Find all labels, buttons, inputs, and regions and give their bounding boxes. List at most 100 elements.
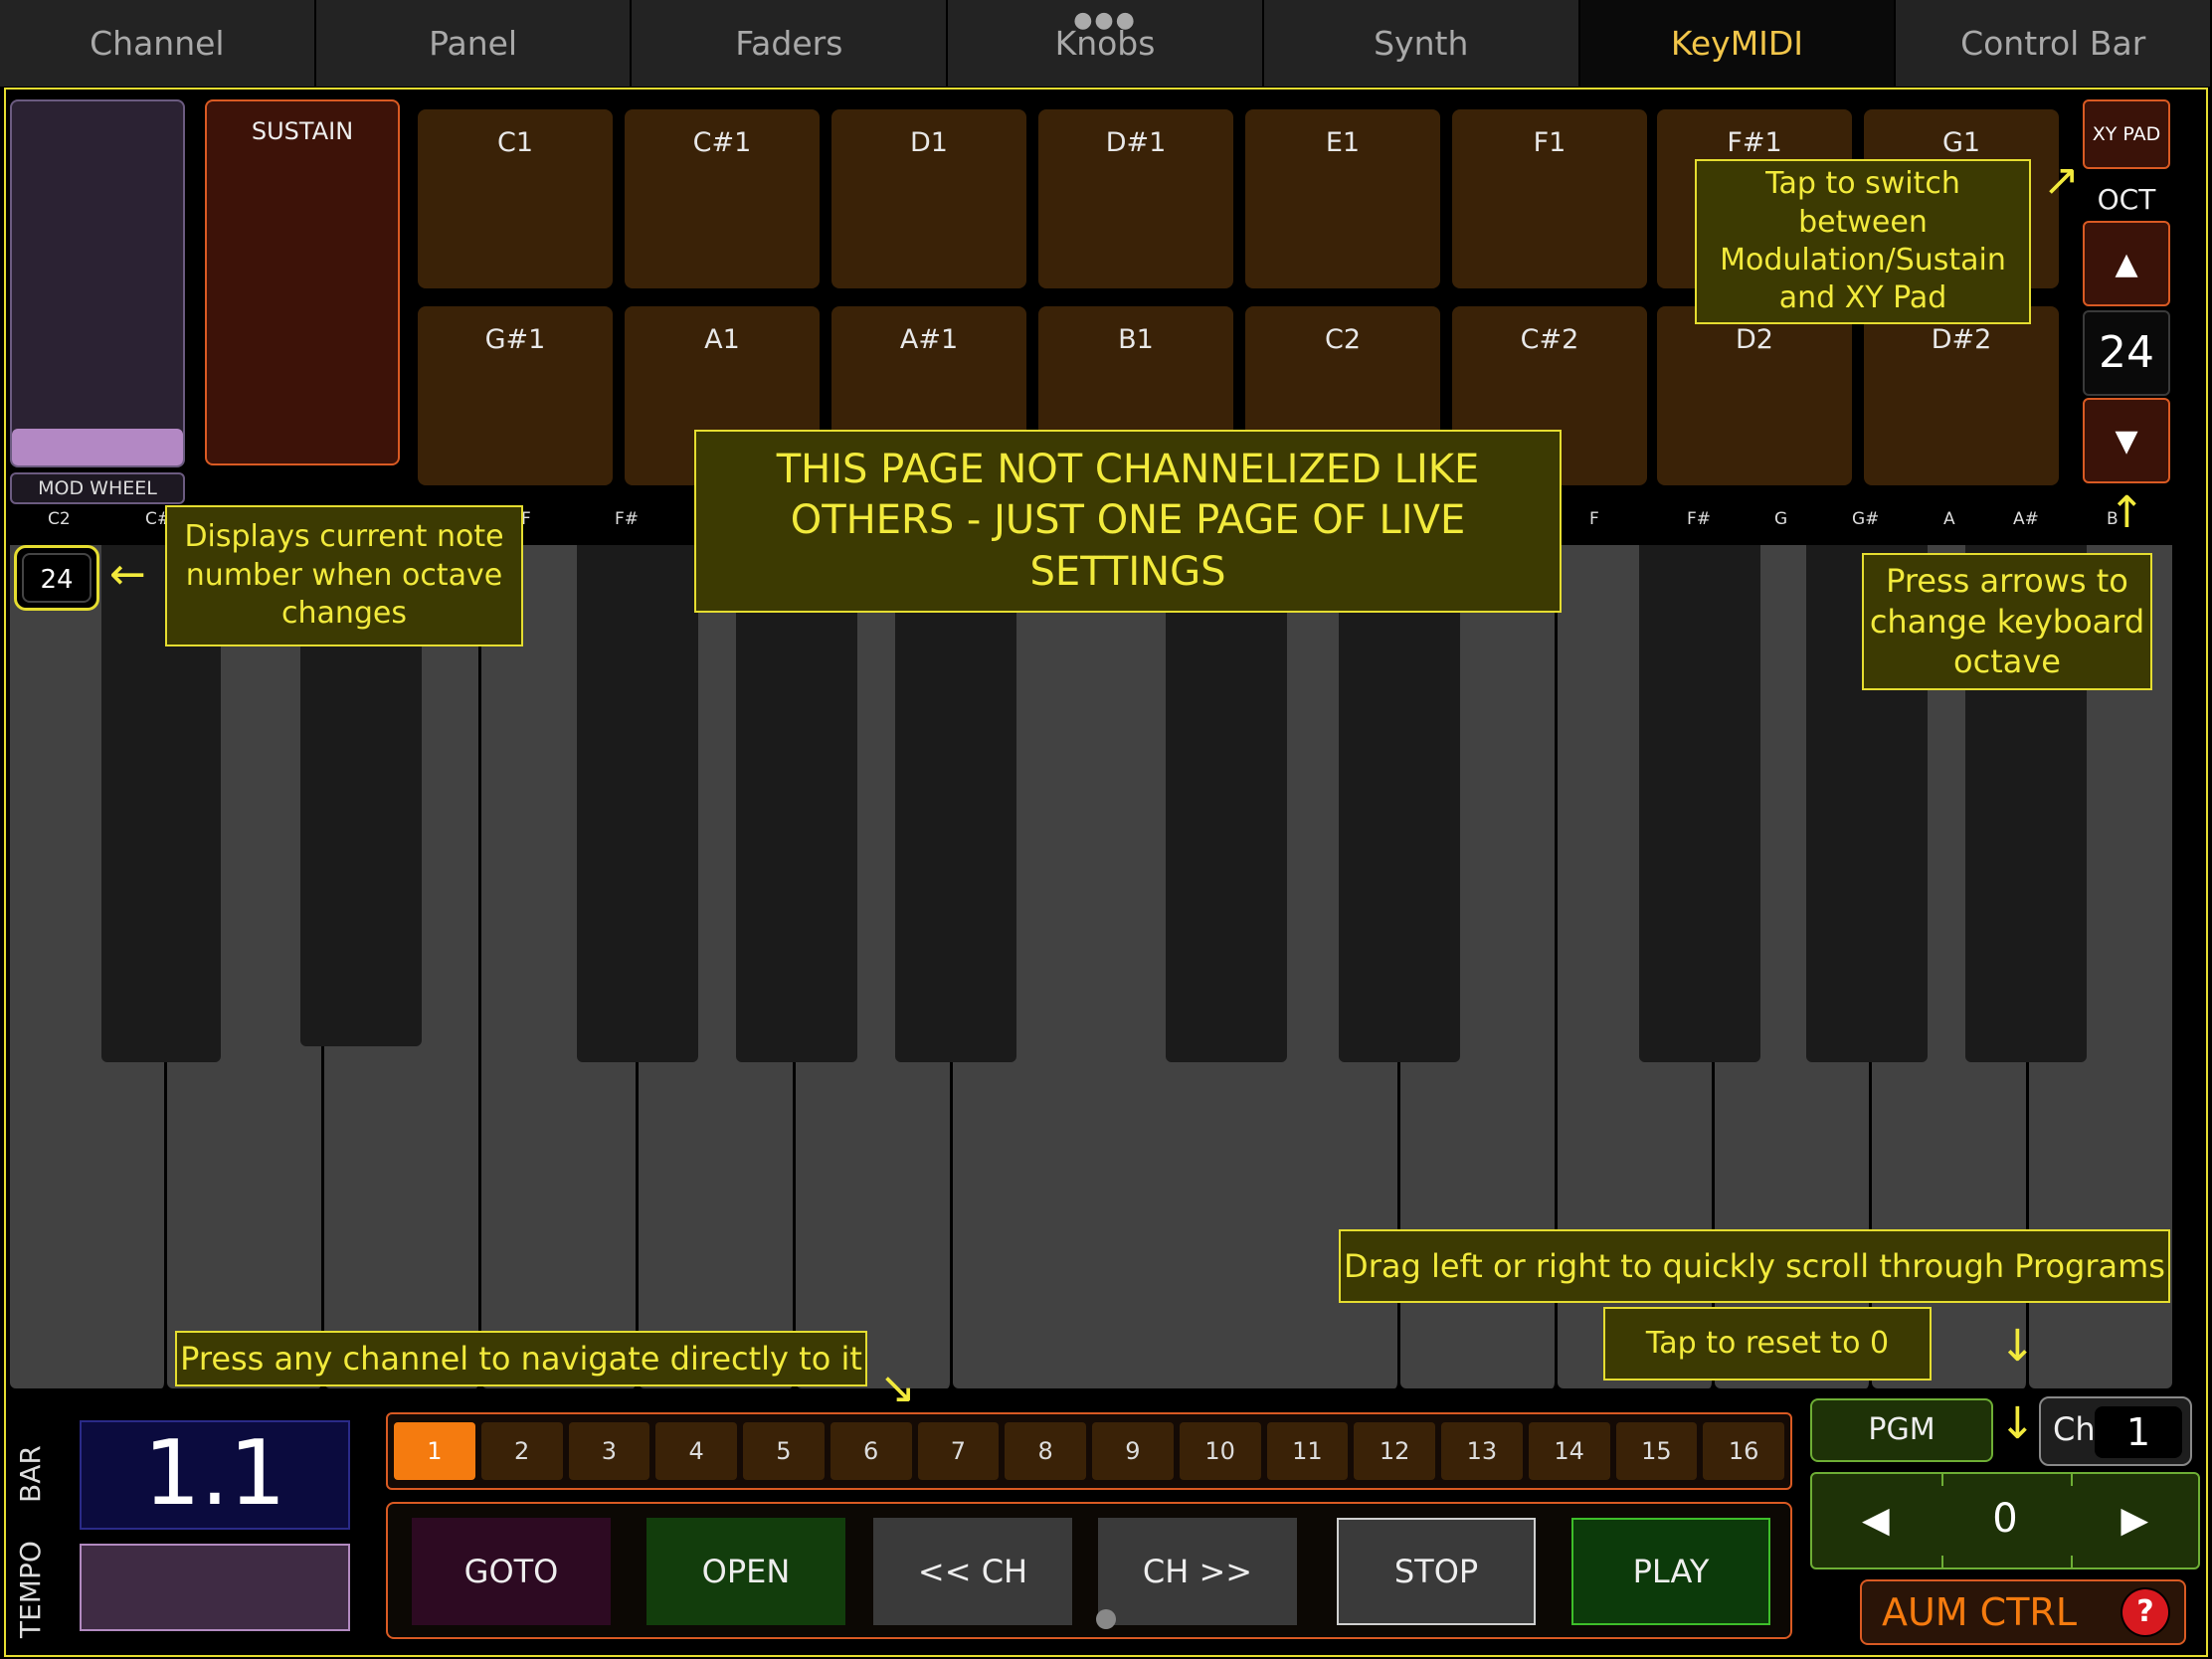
note-pad[interactable]: D2 — [1657, 306, 1852, 485]
channel-number: 15 — [1641, 1437, 1672, 1465]
channel-button-9[interactable]: 9 — [1092, 1422, 1174, 1480]
note-pad[interactable]: E1 — [1245, 109, 1440, 288]
button-label: << CH — [917, 1553, 1028, 1590]
channel-selector-row: 1 2 3 4 5 6 7 8 9 10 11 12 13 14 15 16 — [386, 1412, 1792, 1490]
right-triangle-icon[interactable]: ▶ — [2120, 1500, 2148, 1541]
black-key[interactable] — [736, 545, 857, 1062]
tab-faders[interactable]: Faders — [632, 0, 949, 87]
bar-position-display: 1.1 — [80, 1420, 350, 1530]
open-button[interactable]: OPEN — [646, 1518, 845, 1625]
black-key[interactable] — [577, 545, 698, 1062]
page-indicator-dot — [1096, 1609, 1116, 1629]
channel-button-4[interactable]: 4 — [655, 1422, 737, 1480]
channel-button-3[interactable]: 3 — [568, 1422, 650, 1480]
tab-keymidi[interactable]: KeyMIDI — [1579, 0, 1897, 87]
octave-up-button[interactable]: ▲ — [2083, 221, 2170, 306]
note-pad[interactable]: D#2 — [1864, 306, 2059, 485]
channel-button-13[interactable]: 13 — [1441, 1422, 1523, 1480]
program-stepper[interactable]: ◀ 0 ▶ — [1810, 1472, 2200, 1569]
note-pad-label: G1 — [1941, 127, 1981, 158]
black-key[interactable] — [1639, 545, 1760, 1062]
play-button[interactable]: PLAY — [1571, 1518, 1770, 1625]
ch-value: 1 — [2095, 1406, 2182, 1458]
program-change-button[interactable]: PGM — [1810, 1398, 1993, 1462]
note-pad-label: E1 — [1325, 127, 1361, 158]
note-pad-label: F#1 — [1727, 127, 1782, 158]
octave-down-button[interactable]: ▼ — [2083, 398, 2170, 483]
channel-button-10[interactable]: 10 — [1179, 1422, 1261, 1480]
black-key[interactable] — [895, 545, 1016, 1062]
black-key[interactable] — [1166, 545, 1287, 1062]
octave-label: OCT — [2097, 183, 2156, 216]
note-pad-label: A1 — [704, 324, 740, 355]
key-label: A — [1943, 509, 1955, 529]
channel-button-16[interactable]: 16 — [1703, 1422, 1784, 1480]
tab-synth[interactable]: Synth — [1264, 0, 1580, 87]
tab-control-bar[interactable]: Control Bar — [1896, 0, 2212, 87]
channel-number: 12 — [1379, 1437, 1410, 1465]
note-pad[interactable]: D1 — [831, 109, 1026, 288]
channel-button-12[interactable]: 12 — [1354, 1422, 1435, 1480]
button-label: STOP — [1393, 1553, 1479, 1590]
tab-label: Channel — [90, 24, 225, 63]
channel-button-8[interactable]: 8 — [1005, 1422, 1086, 1480]
note-pad[interactable]: G#1 — [418, 306, 613, 485]
channel-number: 6 — [862, 1437, 879, 1465]
note-pad-label: D#1 — [1105, 127, 1167, 158]
note-pad-label: D1 — [910, 127, 948, 158]
mod-wheel-label: MOD WHEEL — [10, 472, 185, 504]
channel-button-15[interactable]: 15 — [1615, 1422, 1698, 1480]
mod-wheel-slider[interactable] — [10, 99, 185, 467]
note-pad-label: C#2 — [1520, 324, 1579, 355]
transport-bar: GOTO OPEN << CH CH >> STOP PLAY — [386, 1502, 1792, 1639]
callout-channel-nav: Press any channel to navigate directly t… — [175, 1331, 867, 1386]
down-triangle-icon: ▼ — [2115, 423, 2138, 459]
tab-panel[interactable]: Panel — [316, 0, 633, 87]
channel-button-5[interactable]: 5 — [743, 1422, 825, 1480]
sustain-pad[interactable]: SUSTAIN — [205, 99, 400, 465]
key-label: C2 — [48, 509, 71, 529]
note-pad[interactable]: C1 — [418, 109, 613, 288]
note-pad[interactable]: F1 — [1452, 109, 1647, 288]
button-label: GOTO — [463, 1553, 559, 1590]
tab-channel[interactable]: Channel — [0, 0, 316, 87]
next-channel-button[interactable]: CH >> — [1098, 1518, 1297, 1625]
mod-wheel-level — [12, 429, 183, 465]
help-icon[interactable]: ? — [2122, 1589, 2168, 1635]
tab-label: Synth — [1374, 24, 1469, 63]
key-label: G# — [1852, 509, 1880, 529]
note-pad-label: C#1 — [692, 127, 752, 158]
note-pad[interactable]: C#1 — [625, 109, 820, 288]
note-pad-label: C1 — [496, 127, 534, 158]
key-label: F# — [1687, 509, 1712, 529]
channel-button-1[interactable]: 1 — [394, 1422, 475, 1480]
note-number-display: 24 — [14, 545, 99, 611]
note-pad[interactable]: D#1 — [1038, 109, 1233, 288]
midi-channel-selector[interactable]: Ch 1 — [2039, 1396, 2192, 1466]
bar-label: BAR — [14, 1445, 47, 1503]
channel-button-6[interactable]: 6 — [830, 1422, 912, 1480]
arrow-up-icon: ↑ — [2109, 487, 2145, 538]
note-pad-label: D2 — [1736, 324, 1773, 355]
callout-xy-switch: Tap to switch between Modulation/Sustain… — [1695, 159, 2031, 324]
tab-knobs[interactable]: ●●● Knobs — [948, 0, 1264, 87]
stepper-tick — [1941, 1556, 1943, 1567]
black-key[interactable] — [1339, 545, 1460, 1062]
note-pad-label: D#2 — [1931, 324, 1992, 355]
channel-button-7[interactable]: 7 — [917, 1422, 1000, 1480]
prev-channel-button[interactable]: << CH — [873, 1518, 1072, 1625]
xy-pad-toggle-button[interactable]: XY PAD — [2083, 99, 2170, 169]
tempo-label: TEMPO — [14, 1541, 47, 1638]
callout-octave-arrows: Press arrows to change keyboard octave — [1862, 553, 2152, 690]
stop-button[interactable]: STOP — [1337, 1518, 1536, 1625]
channel-button-11[interactable]: 11 — [1266, 1422, 1349, 1480]
channel-button-14[interactable]: 14 — [1528, 1422, 1610, 1480]
key-label: G — [1774, 509, 1788, 529]
callout-not-channelized: THIS PAGE NOT CHANNELIZED LIKE OTHERS - … — [694, 430, 1562, 613]
channel-number: 2 — [513, 1437, 530, 1465]
callout-drag-programs: Drag left or right to quickly scroll thr… — [1339, 1229, 2170, 1303]
goto-button[interactable]: GOTO — [412, 1518, 611, 1625]
tempo-display[interactable] — [80, 1544, 350, 1631]
channel-button-2[interactable]: 2 — [480, 1422, 563, 1480]
aum-ctrl-button[interactable]: AUM CTRL ? — [1860, 1579, 2186, 1645]
